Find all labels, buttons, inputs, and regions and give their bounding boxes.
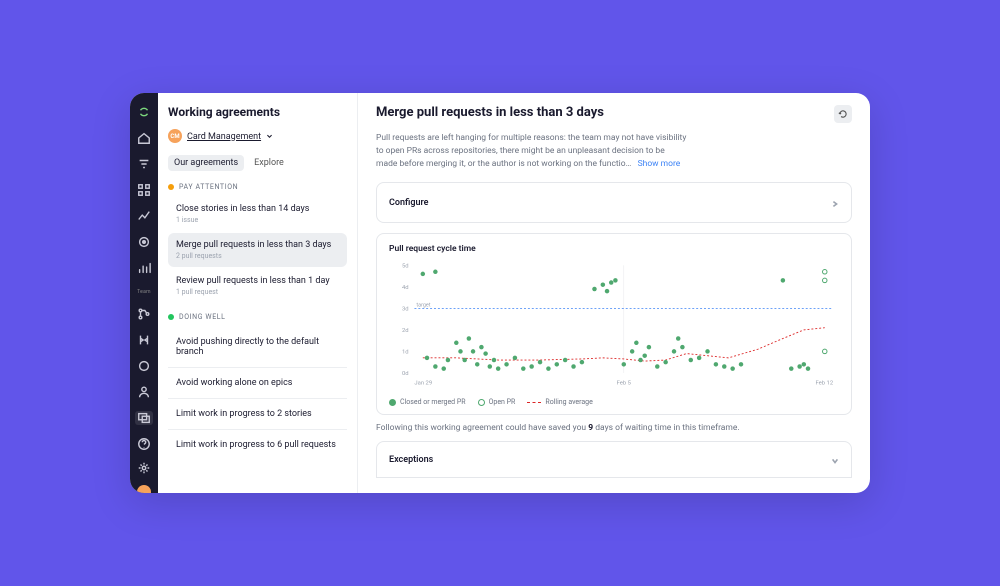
agreement-item[interactable]: Avoid pushing directly to the default br… [168,327,347,368]
team-rail-label: Team [137,289,151,295]
refresh-button[interactable] [834,105,852,123]
svg-text:0d: 0d [402,371,409,377]
user-avatar[interactable] [137,485,151,493]
savings-note: Following this working agreement could h… [376,423,852,433]
svg-text:4d: 4d [402,285,409,291]
team-name: Card Management [187,132,261,142]
agreement-item-close-stories[interactable]: Close stories in less than 14 days 1 iss… [168,197,347,231]
chevron-right-icon [831,193,839,212]
filter-icon[interactable] [137,157,151,171]
agreement-item-merge-prs[interactable]: Merge pull requests in less than 3 days … [168,233,347,267]
bars-icon[interactable] [137,261,151,275]
description: Pull requests are left hanging for multi… [376,132,716,170]
svg-text:5d: 5d [402,264,409,270]
show-more-link[interactable]: Show more [638,159,681,169]
tab-our-agreements[interactable]: Our agreements [168,155,244,171]
compare-icon[interactable] [137,333,151,347]
svg-text:Jan 29: Jan 29 [414,381,432,387]
team-badge: CM [168,129,182,143]
agreements-icon[interactable] [135,411,153,425]
svg-text:target: target [416,303,430,309]
svg-text:1d: 1d [402,350,409,356]
dot-icon [168,314,174,320]
sidebar: Working agreements CM Card Management Ou… [158,93,358,493]
tab-explore[interactable]: Explore [248,155,290,171]
team-selector[interactable]: CM Card Management [168,129,347,143]
legend-dot-icon [389,399,396,406]
sidebar-tabs: Our agreements Explore [168,155,347,171]
people-icon[interactable] [137,385,151,399]
chevron-down-icon [266,133,273,140]
dot-icon [168,184,174,190]
legend-dot-icon [478,399,485,406]
branches-icon[interactable] [137,307,151,321]
configure-card[interactable]: Configure [376,182,852,223]
settings-icon[interactable] [137,461,151,475]
svg-text:Feb 12: Feb 12 [816,381,834,387]
home-icon[interactable] [137,131,151,145]
trend-icon[interactable] [137,209,151,223]
cycle-time-chart: 0d 1d 2d 3d 4d 5d Jan 29 Feb 5 Feb 12 target [389,260,839,390]
svg-text:3d: 3d [402,307,409,313]
agreement-item[interactable]: Avoid working alone on epics [168,368,347,399]
section-doing-well: DOING WELL [168,313,347,321]
nav-rail: Team [130,93,158,493]
logo-icon[interactable] [137,105,151,119]
main-content: Merge pull requests in less than 3 days … [358,93,870,493]
svg-text:2d: 2d [402,328,409,334]
chart-legend: Closed or merged PR Open PR Rolling aver… [389,398,839,406]
target-icon[interactable] [137,235,151,249]
chart-title: Pull request cycle time [389,244,839,254]
agreement-item[interactable]: Limit work in progress to 6 pull request… [168,430,347,460]
help-icon[interactable] [137,437,151,451]
svg-text:Feb 5: Feb 5 [617,381,632,387]
agreement-item-review-prs[interactable]: Review pull requests in less than 1 day … [168,269,347,303]
grid-icon[interactable] [137,183,151,197]
sidebar-title: Working agreements [168,105,347,119]
app-window: Team Working agreements CM Card Manageme… [130,93,870,493]
agreement-item[interactable]: Limit work in progress to 2 stories [168,399,347,430]
legend-line-icon [527,402,541,403]
exceptions-card[interactable]: Exceptions [376,441,852,478]
section-pay-attention: PAY ATTENTION [168,183,347,191]
page-title: Merge pull requests in less than 3 days [376,105,826,120]
chevron-down-icon [831,450,839,469]
circle-icon[interactable] [137,359,151,373]
chart-card: Pull request cycle time 0d 1d 2d 3d 4d 5d Jan … [376,233,852,415]
